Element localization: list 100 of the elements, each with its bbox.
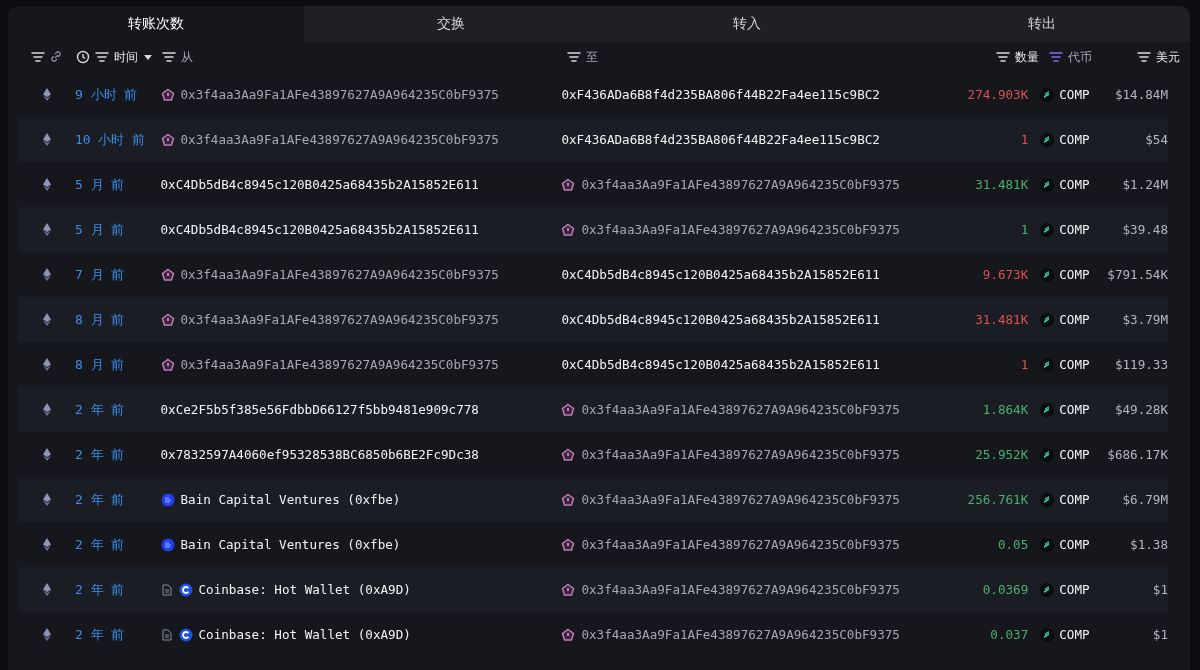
- time-link[interactable]: 5 月 前: [75, 220, 125, 239]
- time-link[interactable]: 2 年 前: [75, 625, 125, 644]
- token-logo-icon: [1040, 537, 1055, 552]
- token-link[interactable]: COMP: [1059, 357, 1090, 372]
- usd-value: $1.38: [1130, 537, 1168, 552]
- time-link[interactable]: 2 年 前: [75, 535, 125, 554]
- ethereum-icon: [41, 628, 52, 641]
- tab[interactable]: 交换: [303, 6, 599, 42]
- token-logo-icon: [1040, 492, 1055, 507]
- column-header[interactable]: 时间: [113, 48, 138, 66]
- time-link[interactable]: 9 小时 前: [75, 85, 138, 104]
- time-link[interactable]: 2 年 前: [75, 445, 125, 464]
- column-header[interactable]: 至: [586, 48, 599, 66]
- address-link[interactable]: 0xC4Db5dB4c8945c120B0425a68435b2A15852E611: [561, 267, 880, 282]
- time-link[interactable]: 10 小时 前: [75, 130, 146, 149]
- document-icon: [160, 583, 173, 596]
- caret-icon[interactable]: [142, 53, 153, 61]
- filter-icon[interactable]: [995, 50, 1010, 64]
- tab[interactable]: 转出: [894, 6, 1190, 42]
- token-link[interactable]: COMP: [1059, 312, 1090, 327]
- token-link[interactable]: COMP: [1059, 177, 1090, 192]
- token-link[interactable]: COMP: [1059, 222, 1090, 237]
- address-link[interactable]: 0x3f4aa3Aa9Fa1AFe43897627A9A964235C0bF9375: [180, 312, 499, 327]
- address-link[interactable]: 0xF436ADa6B8f4d235BA806f44B22Fa4ee115c9BC2: [561, 132, 880, 147]
- entity-link[interactable]: Bain Capital Ventures (0xfbe): [180, 492, 401, 507]
- address-link[interactable]: 0x3f4aa3Aa9Fa1AFe43897627A9A964235C0bF9375: [581, 537, 900, 552]
- usd-value: $791.54K: [1107, 267, 1168, 282]
- address-link[interactable]: 0x3f4aa3Aa9Fa1AFe43897627A9A964235C0bF9375: [180, 267, 499, 282]
- entity-link[interactable]: Coinbase: Hot Wallet (0xA9D): [198, 627, 411, 642]
- entity-logo-icon: [178, 582, 193, 597]
- address-link[interactable]: 0x3f4aa3Aa9Fa1AFe43897627A9A964235C0bF9375: [581, 177, 900, 192]
- pentagon-icon: [561, 537, 576, 552]
- token-link[interactable]: COMP: [1059, 402, 1090, 417]
- token-link[interactable]: COMP: [1059, 132, 1090, 147]
- amount: 274.903K: [967, 87, 1029, 102]
- entity-link[interactable]: Bain Capital Ventures (0xfbe): [180, 537, 401, 552]
- time-link[interactable]: 2 年 前: [75, 580, 125, 599]
- column-header[interactable]: 从: [181, 48, 193, 66]
- pentagon-icon: [561, 222, 576, 237]
- time-link[interactable]: 7 月 前: [75, 265, 125, 284]
- address-link[interactable]: 0xC4Db5dB4c8945c120B0425a68435b2A15852E611: [160, 222, 479, 237]
- column-header[interactable]: 美元: [1156, 48, 1180, 66]
- token-logo-icon: [1040, 177, 1055, 192]
- address-link[interactable]: 0x3f4aa3Aa9Fa1AFe43897627A9A964235C0bF9375: [581, 222, 900, 237]
- address-link[interactable]: 0x3f4aa3Aa9Fa1AFe43897627A9A964235C0bF9375: [581, 447, 900, 462]
- link-icon[interactable]: [48, 50, 63, 64]
- ethereum-icon: [41, 223, 52, 236]
- address-link[interactable]: 0x3f4aa3Aa9Fa1AFe43897627A9A964235C0bF9375: [180, 132, 499, 147]
- address-link[interactable]: 0x3f4aa3Aa9Fa1AFe43897627A9A964235C0bF9375: [581, 582, 900, 597]
- time-link[interactable]: 5 月 前: [75, 175, 125, 194]
- ethereum-icon: [41, 313, 52, 326]
- usd-value: $1: [1152, 582, 1168, 597]
- amount: 1.864K: [982, 402, 1029, 417]
- pentagon-icon: [561, 627, 576, 642]
- filter-icon[interactable]: [1137, 50, 1151, 64]
- token-link[interactable]: COMP: [1059, 267, 1090, 282]
- token-logo-icon: [1040, 87, 1055, 102]
- address-link[interactable]: 0x3f4aa3Aa9Fa1AFe43897627A9A964235C0bF9375: [180, 357, 499, 372]
- filter-icon[interactable]: [162, 50, 176, 64]
- pentagon-icon: [160, 267, 175, 282]
- address-link[interactable]: 0x3f4aa3Aa9Fa1AFe43897627A9A964235C0bF9375: [581, 627, 900, 642]
- clock-icon[interactable]: [75, 50, 90, 64]
- entity-link[interactable]: Coinbase: Hot Wallet (0xA9D): [198, 582, 411, 597]
- usd-value: $686.17K: [1107, 447, 1168, 462]
- address-link[interactable]: 0xC4Db5dB4c8945c120B0425a68435b2A15852E611: [561, 312, 880, 327]
- token-link[interactable]: COMP: [1059, 447, 1090, 462]
- address-link[interactable]: 0xC4Db5dB4c8945c120B0425a68435b2A15852E611: [160, 177, 479, 192]
- token-logo-icon: [1040, 402, 1055, 417]
- amount: 25.952K: [975, 447, 1029, 462]
- address-link[interactable]: 0xF436ADa6B8f4d235BA806f44B22Fa4ee115c9BC2: [561, 87, 880, 102]
- pentagon-icon: [561, 492, 576, 507]
- address-link[interactable]: 0x7832597A4060ef95328538BC6850b6BE2Fc9Dc38: [160, 447, 479, 462]
- time-link[interactable]: 8 月 前: [75, 310, 125, 329]
- filter-icon[interactable]: [567, 50, 582, 64]
- address-link[interactable]: 0xCe2F5b5f385e56FdbbD66127f5bb9481e909c778: [160, 402, 479, 417]
- pentagon-icon: [160, 132, 175, 147]
- filter-icon[interactable]: [30, 50, 45, 64]
- usd-value: $49.28K: [1114, 402, 1168, 417]
- filter-icon[interactable]: [94, 50, 109, 64]
- column-header[interactable]: 代币: [1067, 48, 1092, 66]
- pentagon-icon: [160, 87, 175, 102]
- address-link[interactable]: 0x3f4aa3Aa9Fa1AFe43897627A9A964235C0bF9375: [581, 402, 900, 417]
- column-header[interactable]: 数量: [1014, 48, 1039, 66]
- token-link[interactable]: COMP: [1059, 87, 1090, 102]
- time-link[interactable]: 2 年 前: [75, 400, 125, 419]
- time-link[interactable]: 8 月 前: [75, 355, 125, 374]
- token-link[interactable]: COMP: [1059, 627, 1090, 642]
- address-link[interactable]: 0x3f4aa3Aa9Fa1AFe43897627A9A964235C0bF9375: [581, 492, 900, 507]
- address-link[interactable]: 0xC4Db5dB4c8945c120B0425a68435b2A15852E611: [561, 357, 880, 372]
- token-logo-icon: [1040, 222, 1055, 237]
- address-link[interactable]: 0x3f4aa3Aa9Fa1AFe43897627A9A964235C0bF9375: [180, 87, 499, 102]
- token-link[interactable]: COMP: [1059, 537, 1090, 552]
- amount: 0.0369: [982, 582, 1029, 597]
- time-link[interactable]: 2 年 前: [75, 490, 125, 509]
- tab[interactable]: 转入: [599, 6, 895, 42]
- token-link[interactable]: COMP: [1059, 582, 1090, 597]
- ethereum-icon: [41, 358, 52, 371]
- pentagon-icon: [561, 582, 576, 597]
- token-link[interactable]: COMP: [1059, 492, 1090, 507]
- ethereum-icon: [41, 88, 52, 101]
